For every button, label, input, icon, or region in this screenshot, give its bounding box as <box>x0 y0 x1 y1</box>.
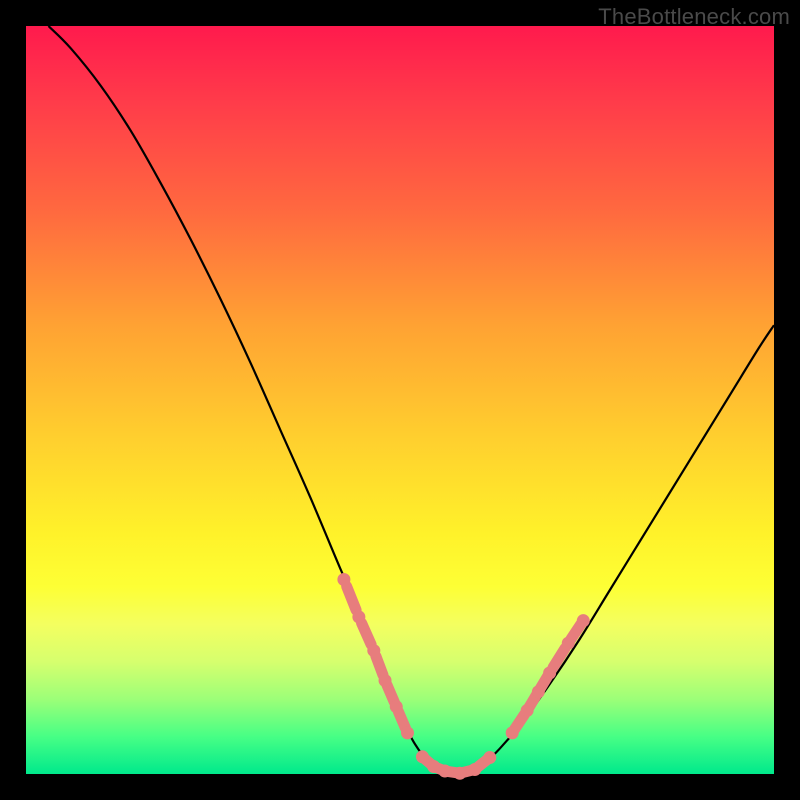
marker-dot <box>438 765 451 778</box>
marker-dot <box>483 751 496 764</box>
marker-dot <box>521 704 534 717</box>
marker-dash <box>515 714 525 728</box>
marker-dot <box>337 573 350 586</box>
marker-dot <box>427 760 440 773</box>
marker-dash <box>571 625 581 639</box>
marker-dot <box>468 763 481 776</box>
curve-markers <box>337 573 589 780</box>
marker-dash <box>362 623 372 645</box>
chart-svg <box>26 26 774 774</box>
marker-dash <box>376 656 383 675</box>
marker-dot <box>379 674 392 687</box>
marker-dot <box>416 750 429 763</box>
marker-dash <box>387 685 394 702</box>
marker-dot <box>506 726 519 739</box>
marker-dash <box>398 711 405 728</box>
marker-dot <box>577 614 590 627</box>
marker-dot <box>543 667 556 680</box>
bottleneck-curve <box>48 26 774 774</box>
marker-dot <box>532 685 545 698</box>
marker-dash <box>347 586 357 610</box>
marker-dot <box>390 700 403 713</box>
marker-dot <box>367 644 380 657</box>
marker-dot <box>352 610 365 623</box>
marker-dot <box>562 637 575 650</box>
marker-dot <box>401 726 414 739</box>
marker-dot <box>453 767 466 780</box>
